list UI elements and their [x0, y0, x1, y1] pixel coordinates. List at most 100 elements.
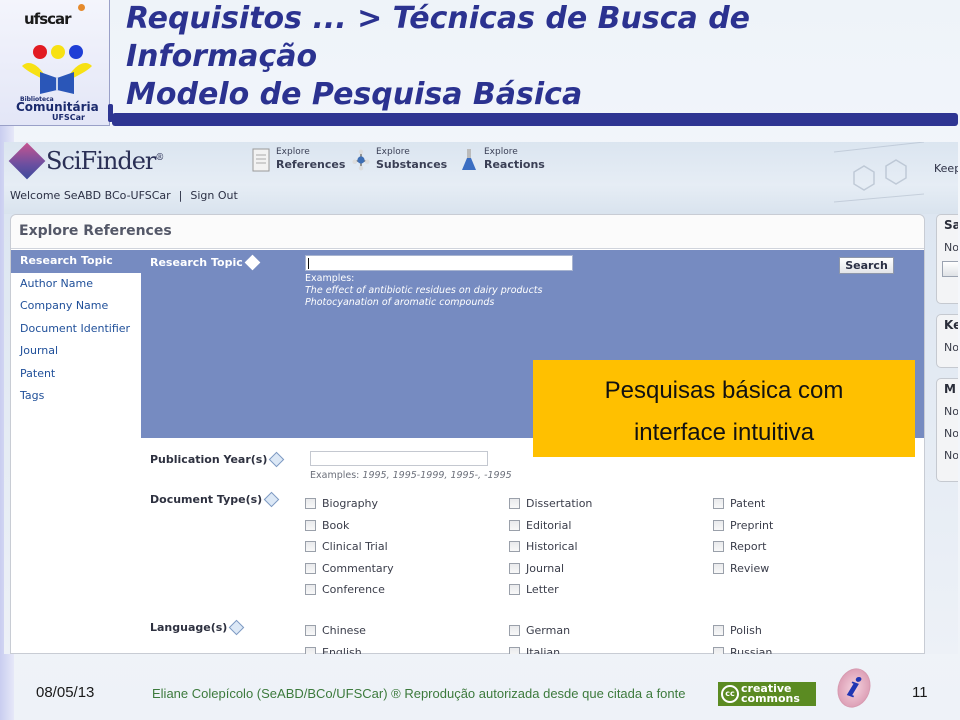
rail-box-title: Sa	[944, 218, 958, 232]
menu-item-journal[interactable]: Journal	[11, 340, 141, 363]
checkbox-label: Conference	[322, 583, 385, 597]
checkbox-label: Journal	[526, 561, 565, 575]
rail-box-line: No	[944, 449, 958, 462]
footer-date: 08/05/13	[36, 684, 95, 701]
checkbox-conference[interactable]: Conference	[305, 579, 394, 601]
checkbox-report[interactable]: Report	[713, 536, 773, 558]
menu-item-tags[interactable]: Tags	[11, 385, 141, 408]
checkbox-historical[interactable]: Historical	[509, 536, 592, 558]
checkbox-icon[interactable]	[713, 541, 724, 553]
checkbox-editorial[interactable]: Editorial	[509, 515, 592, 537]
nav-explore-reactions[interactable]: Explore Reactions	[460, 147, 545, 172]
checkbox-icon[interactable]	[509, 625, 520, 637]
checkbox-icon[interactable]	[713, 519, 724, 531]
checkbox-label: Dissertation	[526, 497, 593, 511]
checkbox-icon[interactable]	[305, 541, 316, 553]
slide-title-line-1: Requisitos ... > Técnicas de Busca de	[126, 1, 751, 36]
menu-item-author-name[interactable]: Author Name	[11, 273, 141, 296]
nav-explore-references[interactable]: Explore References	[252, 147, 345, 172]
examples-label: Examples:	[310, 470, 360, 481]
checkbox-icon[interactable]	[713, 646, 724, 654]
creative-commons-badge[interactable]: cc creative commons	[718, 682, 816, 706]
checkbox-german[interactable]: German	[509, 620, 570, 642]
welcome-text: Welcome SeABD BCo-UFSCar	[10, 189, 171, 202]
scifinder-logo[interactable]: SciFinder®	[46, 147, 164, 175]
search-button[interactable]: Search	[839, 257, 894, 274]
checkbox-icon[interactable]	[509, 584, 520, 596]
checkbox-icon[interactable]	[713, 625, 724, 637]
checkbox-label: Biography	[322, 497, 379, 511]
information-logo-icon: i	[832, 663, 876, 713]
research-topic-label: Research Topic	[150, 254, 261, 270]
menu-item-research-topic[interactable]: Research Topic	[11, 250, 141, 273]
checkbox-chinese[interactable]: Chinese	[305, 620, 366, 642]
checkbox-commentary[interactable]: Commentary	[305, 558, 394, 580]
checkbox-italian[interactable]: Italian	[509, 642, 570, 654]
checkbox-icon[interactable]	[305, 584, 316, 596]
callout-box: Pesquisas básica com interface intuitiva	[533, 360, 915, 457]
info-icon[interactable]	[229, 619, 245, 635]
nav-big-label: Reactions	[484, 158, 545, 171]
menu-item-document-identifier[interactable]: Document Identifier	[11, 318, 141, 341]
checkbox-icon[interactable]	[509, 562, 520, 574]
sign-out-link[interactable]: Sign Out	[190, 189, 237, 202]
checkbox-review[interactable]: Review	[713, 558, 773, 580]
research-topic-input[interactable]	[305, 255, 573, 271]
checkbox-english[interactable]: English	[305, 642, 366, 654]
registered-mark: ®	[155, 153, 164, 163]
checkbox-label: Patent	[730, 497, 766, 511]
checkbox-icon[interactable]	[509, 646, 520, 654]
checkbox-icon[interactable]	[509, 519, 520, 531]
checkbox-preprint[interactable]: Preprint	[713, 515, 773, 537]
checkbox-label: Book	[322, 518, 350, 532]
checkbox-label: Clinical Trial	[322, 540, 388, 554]
checkbox-icon[interactable]	[305, 562, 316, 574]
cc-text: creative commons	[741, 683, 800, 704]
document-type-column-3: Patent Preprint Report Review	[713, 493, 773, 579]
book-reader-icon	[22, 63, 92, 94]
checkbox-label: English	[322, 645, 362, 654]
rail-button[interactable]	[942, 261, 958, 277]
slide-title: Requisitos ... > Técnicas de Busca de In…	[126, 0, 946, 114]
info-icon[interactable]	[269, 451, 285, 467]
checkbox-journal[interactable]: Journal	[509, 558, 592, 580]
checkbox-clinical-trial[interactable]: Clinical Trial	[305, 536, 394, 558]
scifinder-header: SciFinder® Explore References Explore Su…	[4, 142, 958, 214]
checkbox-book[interactable]: Book	[305, 515, 394, 537]
checkbox-icon[interactable]	[713, 562, 724, 574]
nav-explore-substances[interactable]: Explore Substances	[352, 147, 447, 172]
checkbox-label: Editorial	[526, 518, 572, 532]
checkbox-icon[interactable]	[713, 498, 724, 510]
info-icon[interactable]	[263, 491, 280, 507]
callout-line-2: interface intuitiva	[633, 419, 815, 446]
checkbox-icon[interactable]	[509, 498, 520, 510]
checkbox-polish[interactable]: Polish	[713, 620, 772, 642]
nav-big-label: Substances	[376, 158, 448, 171]
checkbox-icon[interactable]	[305, 646, 316, 654]
info-icon[interactable]	[244, 254, 261, 270]
checkbox-label: Russian	[730, 645, 773, 654]
menu-item-patent[interactable]: Patent	[11, 363, 141, 386]
menu-item-company-name[interactable]: Company Name	[11, 295, 141, 318]
publication-years-label: Publication Year(s)	[150, 451, 285, 467]
checkbox-label: Polish	[730, 624, 762, 638]
languages-label-text: Language(s)	[150, 621, 228, 634]
language-column-2: German Italian	[509, 620, 570, 654]
checkbox-patent[interactable]: Patent	[713, 493, 773, 515]
checkbox-letter[interactable]: Letter	[509, 579, 592, 601]
checkbox-icon[interactable]	[305, 625, 316, 637]
right-sidebar: Sa No Ke No M No No No	[934, 214, 958, 654]
logo-text-ufscar: UFSCar	[52, 113, 85, 122]
example-item: Photocyanation of aromatic compounds	[305, 297, 495, 308]
checkbox-icon[interactable]	[305, 498, 316, 510]
rail-box-line: No	[944, 427, 958, 440]
checkbox-biography[interactable]: Biography	[305, 493, 394, 515]
examples-label: Examples:	[305, 273, 355, 284]
publication-years-input[interactable]	[310, 451, 488, 466]
checkbox-icon[interactable]	[509, 541, 520, 553]
cc-icon: cc	[721, 685, 739, 703]
checkbox-icon[interactable]	[305, 519, 316, 531]
slide-title-line-2: Informação	[126, 39, 318, 74]
checkbox-dissertation[interactable]: Dissertation	[509, 493, 592, 515]
checkbox-russian[interactable]: Russian	[713, 642, 773, 654]
